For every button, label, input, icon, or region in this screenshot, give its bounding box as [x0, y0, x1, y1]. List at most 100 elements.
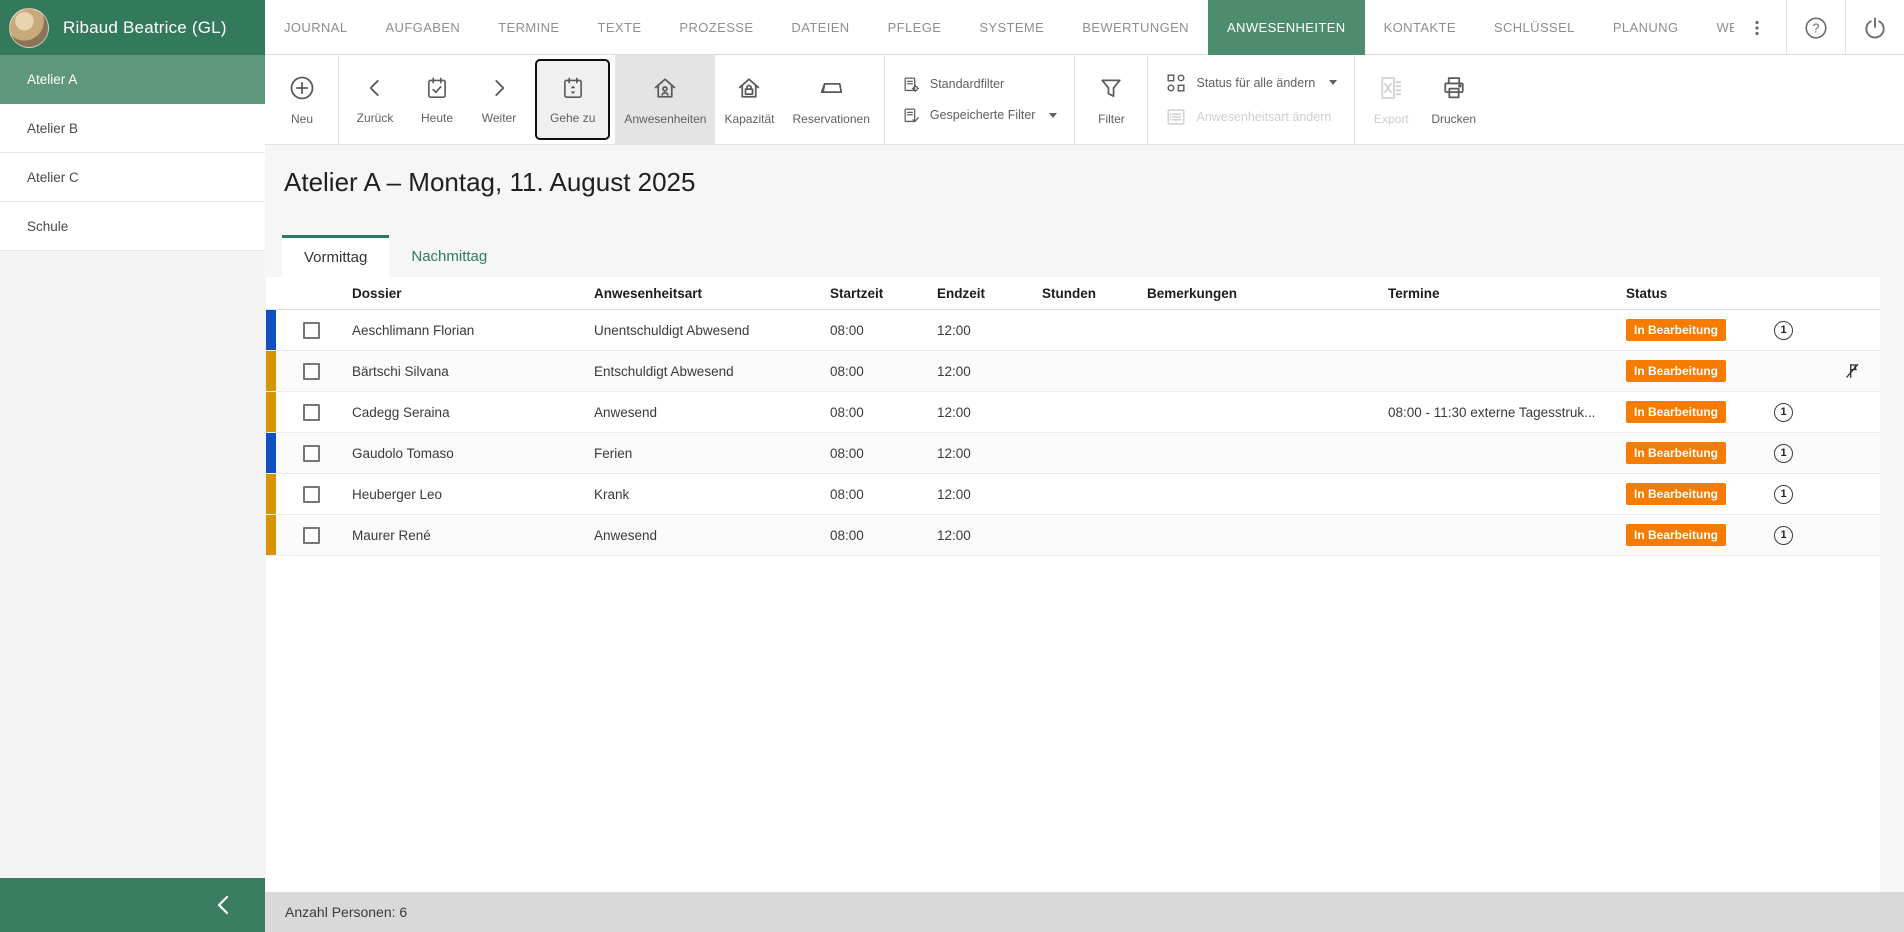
nav-item[interactable]: ANWESENHEITEN: [1208, 0, 1365, 55]
row-checkbox[interactable]: [303, 404, 320, 421]
user-avatar[interactable]: [9, 8, 49, 48]
sidebar-item[interactable]: Atelier B: [0, 104, 265, 153]
goto-date-button[interactable]: Gehe zu: [535, 59, 610, 140]
nav-item[interactable]: PFLEGE: [869, 0, 961, 55]
cell-termine: 08:00 - 11:30 externe Tagesstruk...: [1388, 405, 1626, 420]
nav-item[interactable]: BEWERTUNGEN: [1063, 0, 1208, 55]
nav-item[interactable]: KONTAKTE: [1365, 0, 1475, 55]
cell-startzeit: 08:00: [830, 446, 937, 461]
nav-item[interactable]: PLANUNG: [1594, 0, 1698, 55]
row-checkbox[interactable]: [303, 322, 320, 339]
row-checkbox[interactable]: [303, 527, 320, 544]
cell-endzeit: 12:00: [937, 487, 1042, 502]
daypart-tab[interactable]: Vormittag: [282, 235, 389, 277]
nav-item-label: PROZESSE: [679, 20, 753, 35]
nav-item-label: SYSTEME: [979, 20, 1044, 35]
nav-item[interactable]: TERMINE: [479, 0, 578, 55]
cell-startzeit: 08:00: [830, 364, 937, 379]
col-header-termine[interactable]: Termine: [1388, 286, 1626, 301]
cell-dossier: Aeschlimann Florian: [352, 323, 594, 338]
filter-button[interactable]: Filter: [1080, 55, 1142, 144]
col-header-stunden[interactable]: Stunden: [1042, 286, 1147, 301]
cell-dossier: Maurer René: [352, 528, 594, 543]
col-header-startzeit[interactable]: Startzeit: [830, 286, 937, 301]
cell-anwesenheitsart: Anwesend: [594, 528, 830, 543]
divider: [884, 55, 885, 144]
new-button[interactable]: Neu: [271, 55, 333, 144]
cell-anwesenheitsart: Anwesend: [594, 405, 830, 420]
row-checkbox[interactable]: [303, 445, 320, 462]
attendance-count-icon[interactable]: 1: [1774, 444, 1793, 463]
col-header-anwesenheitsart[interactable]: Anwesenheitsart: [594, 286, 830, 301]
table-row: Bärtschi Silvana Entschuldigt Abwesend 0…: [266, 351, 1880, 392]
forward-button[interactable]: Weiter: [468, 55, 530, 144]
funnel-icon: [1097, 74, 1125, 102]
logout-button[interactable]: [1846, 0, 1904, 55]
cell-anwesenheitsart: Ferien: [594, 446, 830, 461]
nav-item[interactable]: TEXTE: [579, 0, 661, 55]
status-badge: In Bearbeitung: [1626, 442, 1726, 464]
row-indicator-bar: [266, 392, 276, 432]
sidebar-item[interactable]: Atelier A: [0, 55, 265, 104]
sidebar-item[interactable]: Atelier C: [0, 153, 265, 202]
row-indicator-bar: [266, 515, 276, 555]
sidebar-collapse-button[interactable]: [0, 878, 265, 932]
page-title: Atelier A – Montag, 11. August 2025: [284, 167, 1904, 198]
col-header-endzeit[interactable]: Endzeit: [937, 286, 1042, 301]
attendance-count-icon[interactable]: 1: [1774, 526, 1793, 545]
nav-item[interactable]: PROZESSE: [660, 0, 772, 55]
reservations-button-label: Reservationen: [792, 112, 869, 126]
change-status-all-button[interactable]: Status für alle ändern: [1165, 72, 1337, 94]
row-indicator-bar: [266, 351, 276, 391]
filter-button-label: Filter: [1098, 112, 1125, 126]
daypart-tab[interactable]: Nachmittag: [389, 235, 509, 277]
change-status-all-label: Status für alle ändern: [1196, 76, 1315, 90]
saved-filters-button[interactable]: Gespeicherte Filter: [902, 106, 1058, 125]
divider: [1354, 55, 1355, 144]
document-check-icon: [902, 106, 921, 125]
col-header-bemerkungen[interactable]: Bemerkungen: [1147, 286, 1388, 301]
col-header-dossier[interactable]: Dossier: [352, 286, 594, 301]
cell-dossier: Cadegg Seraina: [352, 405, 594, 420]
nav-item-label: PFLEGE: [888, 20, 942, 35]
help-button[interactable]: ?: [1787, 0, 1845, 55]
sidebar: Atelier A Atelier B Atelier C Schule: [0, 55, 265, 932]
sidebar-item-label: Atelier A: [27, 72, 77, 87]
status-bar: Anzahl Personen: 6: [265, 892, 1904, 932]
attendance-view-button[interactable]: Anwesenheiten: [615, 55, 715, 144]
attendance-count-icon[interactable]: 1: [1774, 403, 1793, 422]
nav-item[interactable]: DATEIEN: [772, 0, 868, 55]
standard-filter-button[interactable]: Standardfilter: [902, 75, 1058, 94]
row-checkbox[interactable]: [303, 363, 320, 380]
reservations-button[interactable]: Reservationen: [783, 55, 878, 144]
calendar-goto-icon: [560, 75, 586, 101]
row-checkbox[interactable]: [303, 486, 320, 503]
dropdown-caret-icon: [1049, 113, 1057, 118]
daypart-tab-label: Vormittag: [304, 249, 367, 266]
attendance-count-icon[interactable]: 1: [1774, 321, 1793, 340]
daypart-tabs: Vormittag Nachmittag: [282, 235, 509, 277]
row-indicator-bar: [266, 433, 276, 473]
nav-item-label: AUFGABEN: [385, 20, 460, 35]
cell-anwesenheitsart: Krank: [594, 487, 830, 502]
col-header-status[interactable]: Status: [1626, 286, 1746, 301]
back-button[interactable]: Zurück: [344, 55, 406, 144]
capacity-button[interactable]: Kapazität: [715, 55, 783, 144]
export-button: Export: [1360, 55, 1422, 144]
cell-startzeit: 08:00: [830, 323, 937, 338]
nav-item[interactable]: SYSTEME: [960, 0, 1063, 55]
nav-item[interactable]: AUFGABEN: [366, 0, 479, 55]
overflow-menu-button[interactable]: [1728, 0, 1786, 55]
nav-item-label: SCHLÜSSEL: [1494, 20, 1575, 35]
today-button[interactable]: Heute: [406, 55, 468, 144]
print-button[interactable]: Drucken: [1422, 55, 1485, 144]
export-button-label: Export: [1374, 112, 1409, 126]
nav-item[interactable]: SCHLÜSSEL: [1475, 0, 1594, 55]
table-row: Gaudolo Tomaso Ferien 08:00 12:00 In Bea…: [266, 433, 1880, 474]
cell-endzeit: 12:00: [937, 364, 1042, 379]
user-name: Ribaud Beatrice (GL): [63, 18, 227, 38]
cell-endzeit: 12:00: [937, 528, 1042, 543]
nav-item[interactable]: JOURNAL: [265, 0, 366, 55]
sidebar-item[interactable]: Schule: [0, 202, 265, 251]
attendance-count-icon[interactable]: 1: [1774, 485, 1793, 504]
